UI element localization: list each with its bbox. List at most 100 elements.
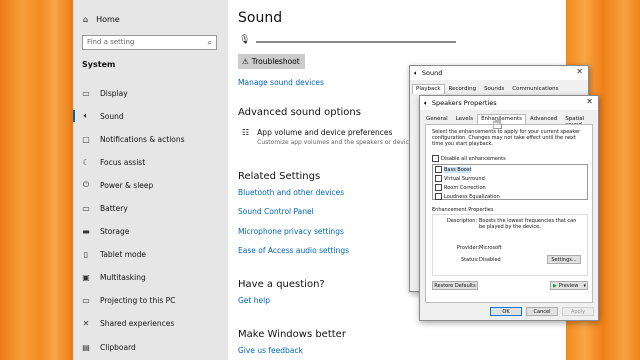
checkbox-box [435, 184, 442, 191]
enhancement-item-room-correction[interactable]: Room Correction [433, 183, 587, 192]
nav-home[interactable]: ⌂ Home [83, 15, 120, 24]
chevron-down-icon[interactable]: ▾ [583, 283, 586, 289]
microphone-icon: 🎙︎ [239, 35, 251, 45]
sidebar-item-label: Storage [100, 226, 130, 236]
sidebar-item-label: Battery [100, 203, 128, 213]
sidebar-item-label: Projecting to this PC [100, 295, 176, 305]
microphone-privacy-link[interactable]: Microphone privacy settings [238, 227, 344, 236]
sidebar-item-notifications[interactable]: ▢ Notifications & actions [73, 129, 228, 149]
tab-communications[interactable]: Communications [508, 84, 562, 94]
tab-playback[interactable]: Playback [412, 84, 445, 94]
search-icon[interactable]: ⌕ [208, 36, 212, 49]
sidebar-item-projecting[interactable]: ▭ Projecting to this PC [73, 290, 228, 310]
enhancements-list: Bass Boost Virtual Surround Room Correct… [432, 164, 588, 200]
tab-spatial-sound[interactable]: Spatial sound [561, 114, 598, 128]
sound-control-panel-link[interactable]: Sound Control Panel [238, 207, 314, 216]
enhancement-label: Virtual Surround [444, 176, 485, 182]
give-feedback-link[interactable]: Give us feedback [238, 346, 303, 355]
status-value: Disabled [479, 257, 501, 263]
enhancement-item-virtual-surround[interactable]: Virtual Surround [433, 174, 587, 183]
sidebar-item-label: Shared experiences [100, 318, 175, 328]
sidebar-item-clipboard[interactable]: ▤ Clipboard [73, 337, 228, 357]
sidebar-item-label: Clipboard [100, 342, 136, 352]
disable-all-label: Disable all enhancements [441, 156, 506, 162]
cancel-button[interactable]: Cancel [526, 307, 558, 316]
app-volume-preferences[interactable]: ☷ App volume and device preferences Cust… [242, 128, 420, 146]
ease-of-access-audio-link[interactable]: Ease of Access audio settings [238, 246, 349, 255]
moon-icon: ☾ [82, 157, 90, 167]
checkbox-box [435, 175, 442, 182]
sidebar-item-label: Focus assist [100, 157, 146, 167]
advanced-options-heading: Advanced sound options [238, 107, 361, 118]
display-icon: ▭ [82, 88, 90, 98]
restore-defaults-button[interactable]: Restore Defaults [432, 281, 478, 290]
sidebar-item-multitasking[interactable]: ▣ Multitasking [73, 267, 228, 287]
enhancements-intro: Select the enhancements to apply for you… [432, 129, 581, 147]
manage-sound-devices-link[interactable]: Manage sound devices [238, 78, 324, 87]
warning-icon: ⚠ [242, 57, 249, 66]
app-volume-description: Customize app volumes and the speakers o… [257, 139, 420, 146]
tab-recording[interactable]: Recording [445, 84, 481, 94]
sidebar-item-focus-assist[interactable]: ☾ Focus assist [73, 152, 228, 172]
ok-button[interactable]: OK [490, 307, 522, 316]
apply-button[interactable]: Apply [562, 307, 594, 316]
mouse-cursor-icon: ☝︎ [492, 113, 503, 134]
battery-icon: ▭ [82, 203, 90, 213]
enhancement-item-loudness[interactable]: Loudness Equalization [433, 192, 587, 201]
clipboard-icon: ▤ [82, 342, 90, 352]
speaker-icon: 🔈︎ [83, 111, 89, 120]
checkbox-box [432, 155, 439, 162]
speakers-dialog-title: Speakers Properties [431, 99, 497, 107]
enhancement-label: Loudness Equalization [444, 194, 500, 200]
bluetooth-link[interactable]: Bluetooth and other devices [238, 188, 344, 197]
enhancement-properties-heading: Enhancement Properties [432, 207, 494, 213]
sidebar-item-tablet-mode[interactable]: ▯ Tablet mode [73, 244, 228, 264]
play-icon: ▶ [553, 282, 557, 289]
sound-dialog-titlebar: 🔈︎ Sound ✕ [410, 66, 588, 80]
sidebar-item-display[interactable]: ▭ Display [73, 83, 228, 103]
checkbox-box [435, 193, 442, 200]
sidebar-item-shared-experiences[interactable]: ✕ Shared experiences [73, 313, 228, 333]
close-icon[interactable]: ✕ [586, 97, 593, 106]
app-volume-title: App volume and device preferences [257, 128, 393, 137]
checkbox-box [435, 166, 442, 173]
enhancement-item-bass-boost[interactable]: Bass Boost [433, 165, 587, 174]
disable-all-checkbox[interactable]: Disable all enhancements [432, 155, 506, 162]
sound-dialog-tabs: Playback Recording Sounds Communications [410, 84, 588, 94]
provider-label: Provider: [457, 245, 480, 251]
sidebar-item-label: Power & sleep [100, 180, 154, 190]
multitasking-icon: ▣ [82, 272, 90, 282]
search-placeholder: Find a setting [87, 38, 135, 46]
input-volume-slider[interactable] [256, 41, 456, 43]
speakers-properties-dialog: 🔈︎ Speakers Properties ✕ General Levels … [419, 95, 599, 321]
search-input[interactable]: Find a setting ⌕ [82, 35, 217, 50]
tab-sounds[interactable]: Sounds [480, 84, 508, 94]
sliders-icon: ☷ [242, 128, 250, 137]
status-label: Status: [461, 257, 479, 263]
enhancement-properties-group: Description: Boosts the lowest frequenci… [432, 214, 588, 276]
close-icon[interactable]: ✕ [576, 67, 583, 76]
tab-levels[interactable]: Levels [452, 114, 477, 124]
desktop-background-left [0, 0, 73, 360]
speaker-icon: 🔈︎ [414, 68, 418, 77]
sidebar-item-power[interactable]: ⏻ Power & sleep [73, 175, 228, 195]
page-title: Sound [238, 10, 283, 26]
settings-button[interactable]: Settings... [547, 255, 581, 264]
troubleshoot-button[interactable]: ⚠ Troubleshoot [238, 54, 305, 69]
sidebar-item-storage[interactable]: ▬ Storage [73, 221, 228, 241]
sidebar-item-battery[interactable]: ▭ Battery [73, 198, 228, 218]
feedback-heading: Make Windows better [238, 329, 346, 340]
tablet-icon: ▯ [83, 249, 89, 259]
description-label: Description: [447, 218, 478, 224]
get-help-link[interactable]: Get help [238, 296, 270, 305]
sidebar-item-sound[interactable]: 🔈︎ Sound [73, 106, 228, 126]
nav-section-title: System [82, 60, 116, 69]
tab-general[interactable]: General [422, 114, 452, 124]
shared-icon: ✕ [82, 318, 90, 328]
preview-button[interactable]: ▶ Preview ▾ [550, 281, 588, 290]
speaker-icon: 🔈︎ [424, 98, 428, 107]
enhancement-label: Room Correction [444, 185, 486, 191]
tab-advanced[interactable]: Advanced [526, 114, 561, 124]
storage-icon: ▬ [82, 226, 90, 236]
home-icon: ⌂ [83, 15, 89, 24]
